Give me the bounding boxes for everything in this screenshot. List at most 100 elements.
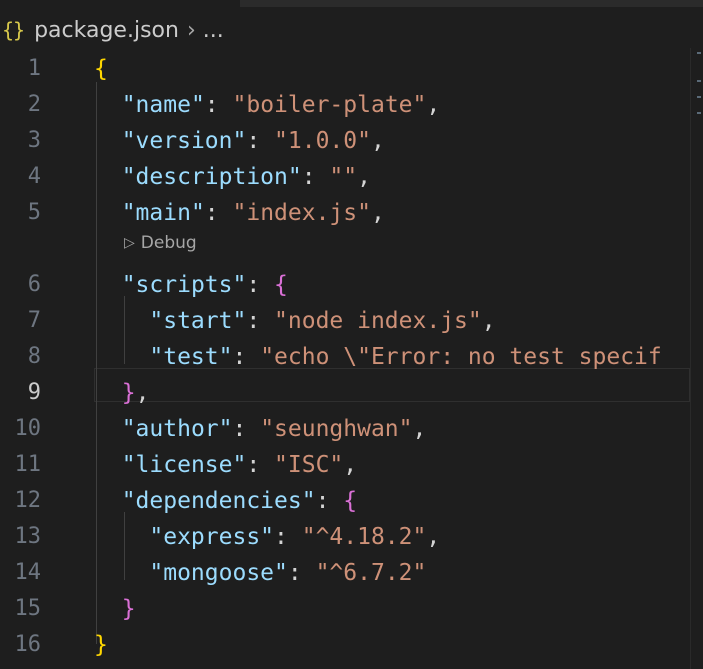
line-number: 5 xyxy=(27,200,41,225)
code-text: } xyxy=(94,591,136,627)
code-line[interactable]: 4 "description": "", xyxy=(0,159,690,195)
code-line[interactable]: 12 "dependencies": { xyxy=(0,483,690,519)
code-token: : xyxy=(315,488,344,514)
line-number: 4 xyxy=(27,164,41,189)
code-token: } xyxy=(94,632,108,658)
code-text: "name": "boiler-plate", xyxy=(94,87,441,123)
code-token: "" xyxy=(329,164,358,190)
code-token: , xyxy=(343,452,358,478)
code-line[interactable]: 16} xyxy=(0,627,690,663)
code-token: "boiler-plate" xyxy=(232,92,427,118)
code-line[interactable]: 1{ xyxy=(0,51,690,87)
code-line[interactable]: 9 }, xyxy=(0,375,690,411)
code-token: : xyxy=(246,308,275,334)
code-line[interactable]: 6 "scripts": { xyxy=(0,267,690,303)
code-editor[interactable]: ▷ Debug 1{2 "name": "boiler-plate", 3 "ve… xyxy=(0,50,690,669)
code-token: "express" xyxy=(149,524,275,550)
code-text: "start": "node index.js", xyxy=(94,303,496,339)
line-number: 1 xyxy=(27,56,41,81)
code-line[interactable]: 7 "start": "node index.js", xyxy=(0,303,690,339)
code-line[interactable]: 8 "test": "echo \"Error: no test specif xyxy=(0,339,690,375)
code-token: "start" xyxy=(149,308,247,334)
code-token: : xyxy=(287,560,316,586)
code-token: "version" xyxy=(121,128,247,154)
code-token: "test" xyxy=(149,344,233,370)
code-token: : xyxy=(246,452,275,478)
code-token: , xyxy=(135,380,150,406)
debug-codelens[interactable]: ▷ Debug xyxy=(124,230,197,256)
code-token: , xyxy=(426,92,441,118)
minimap-marker xyxy=(697,112,701,114)
breadcrumb: {} package.json › ... xyxy=(0,12,224,48)
breadcrumb-more[interactable]: ... xyxy=(203,18,224,43)
line-number: 15 xyxy=(14,596,42,621)
code-token: "index.js" xyxy=(232,200,371,226)
code-token: "^6.7.2" xyxy=(315,560,427,586)
line-number: 9 xyxy=(27,380,41,405)
code-line[interactable]: 13 "express": "^4.18.2", xyxy=(0,519,690,555)
code-token: : xyxy=(232,416,261,442)
code-token: "dependencies" xyxy=(121,488,316,514)
code-text: "main": "index.js", xyxy=(94,195,385,231)
line-number: 12 xyxy=(14,488,42,513)
code-token: "mongoose" xyxy=(149,560,288,586)
code-token: "scripts" xyxy=(121,272,247,298)
code-token: "author" xyxy=(121,416,233,442)
code-line[interactable]: 17 xyxy=(0,663,690,669)
code-token: , xyxy=(357,164,371,190)
code-token: { xyxy=(94,56,108,82)
code-text: "mongoose": "^6.7.2" xyxy=(94,555,426,591)
code-line[interactable]: 3 "version": "1.0.0", xyxy=(0,123,690,159)
code-token: } xyxy=(121,596,136,622)
code-text: "license": "ISC", xyxy=(94,447,357,483)
line-number: 7 xyxy=(27,308,41,333)
json-file-icon: {} xyxy=(2,18,25,42)
code-token: "seunghwan" xyxy=(260,416,413,442)
code-token: { xyxy=(274,272,288,298)
code-line[interactable]: 11 "license": "ISC", xyxy=(0,447,690,483)
code-text: "test": "echo \"Error: no test specif xyxy=(94,339,662,375)
code-line[interactable]: 14 "mongoose": "^6.7.2" xyxy=(0,555,690,591)
minimap-marker xyxy=(697,96,701,98)
code-text: "dependencies": { xyxy=(94,483,357,519)
breadcrumb-file[interactable]: package.json xyxy=(34,18,179,43)
play-icon: ▷ xyxy=(124,235,135,251)
code-text: "express": "^4.18.2", xyxy=(94,519,440,555)
code-token: , xyxy=(481,308,496,334)
line-number: 13 xyxy=(14,524,42,549)
code-token: "^4.18.2" xyxy=(301,524,427,550)
line-number: 10 xyxy=(14,416,42,441)
line-number: 6 xyxy=(27,272,41,297)
code-line[interactable]: 15 } xyxy=(0,591,690,627)
code-token: , xyxy=(370,128,385,154)
minimap-marker xyxy=(697,52,701,54)
code-token: : xyxy=(246,128,275,154)
code-text: "version": "1.0.0", xyxy=(94,123,385,159)
editor-title-strip xyxy=(240,0,703,7)
code-token: "description" xyxy=(121,164,302,190)
line-number: 16 xyxy=(14,632,42,657)
code-token: "echo \"Error: no test specif xyxy=(260,344,662,370)
code-token: : xyxy=(274,524,302,550)
code-line[interactable]: 2 "name": "boiler-plate", xyxy=(0,87,690,123)
code-token: : xyxy=(246,272,275,298)
debug-codelens-label: Debug xyxy=(140,233,197,253)
line-number: 14 xyxy=(14,560,42,585)
vertical-scrollbar[interactable] xyxy=(690,48,703,669)
chevron-right-icon: › xyxy=(186,17,196,43)
code-text: "author": "seunghwan", xyxy=(94,411,427,447)
code-token: "ISC" xyxy=(274,452,344,478)
code-line[interactable]: 5 "main": "index.js", xyxy=(0,195,690,231)
code-line[interactable]: 10 "author": "seunghwan", xyxy=(0,411,690,447)
code-token: "name" xyxy=(121,92,205,118)
